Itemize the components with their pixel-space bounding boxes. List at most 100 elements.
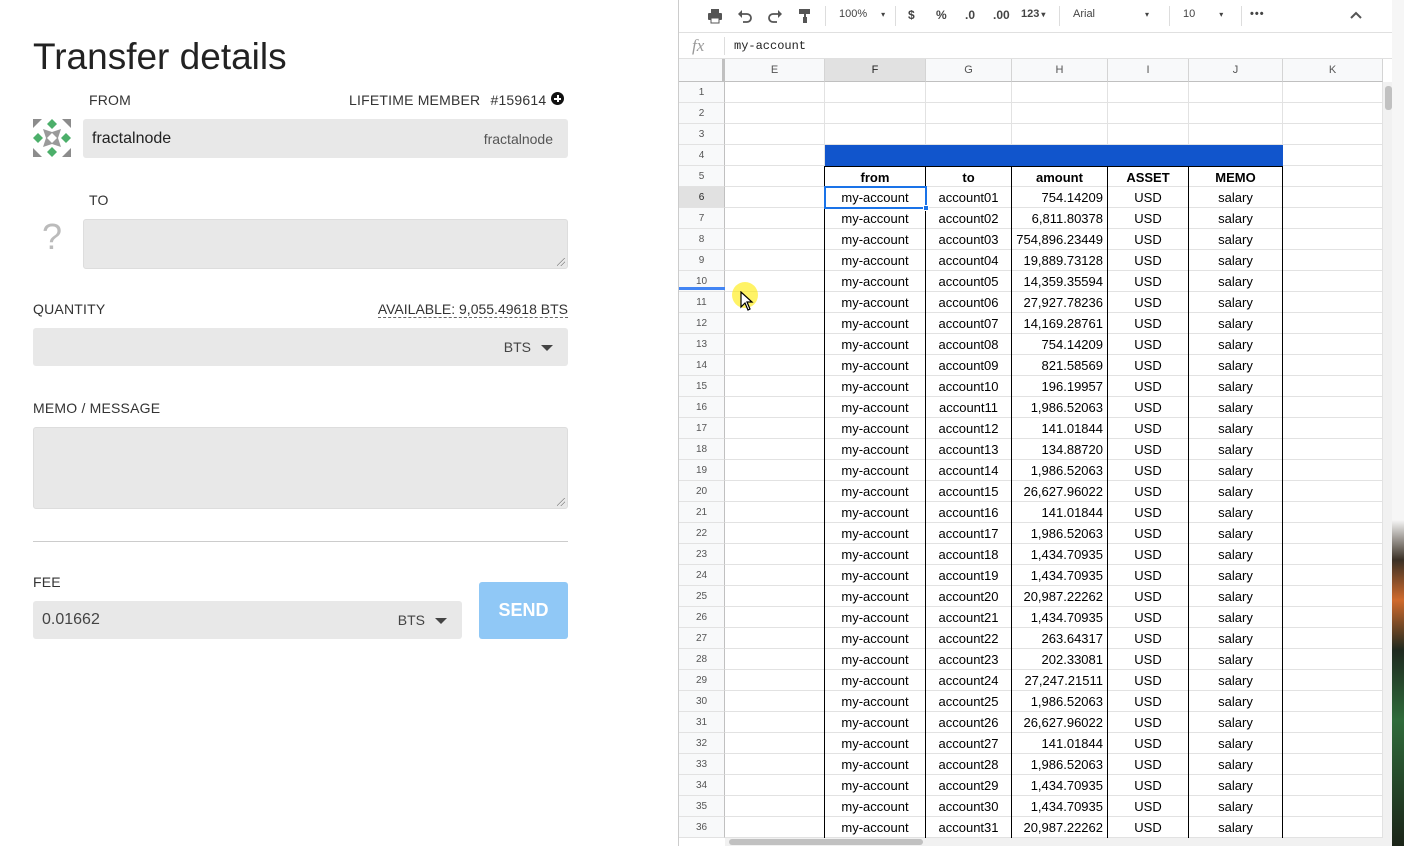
table-cell[interactable]: my-account <box>825 565 926 586</box>
table-cell[interactable]: salary <box>1189 439 1283 460</box>
paint-format-icon[interactable] <box>797 8 813 24</box>
row-header[interactable]: 8 <box>679 229 725 250</box>
row-header[interactable]: 34 <box>679 775 725 796</box>
table-cell[interactable]: account22 <box>926 628 1012 649</box>
table-cell[interactable]: USD <box>1108 376 1189 397</box>
table-cell[interactable] <box>725 796 825 817</box>
table-cell[interactable] <box>1283 229 1383 250</box>
table-cell[interactable]: USD <box>1108 187 1189 208</box>
from-account-input[interactable]: fractalnode fractalnode <box>83 119 568 158</box>
table-cell[interactable] <box>825 82 926 103</box>
print-icon[interactable] <box>707 8 723 24</box>
resize-handle-icon[interactable] <box>557 498 565 506</box>
table-cell[interactable]: USD <box>1108 544 1189 565</box>
table-cell[interactable]: salary <box>1189 775 1283 796</box>
table-cell[interactable]: 20,987.22262 <box>1012 586 1108 607</box>
resize-handle-icon[interactable] <box>557 258 565 266</box>
fee-input[interactable]: 0.01662 BTS <box>33 601 462 639</box>
table-cell[interactable]: my-account <box>825 775 926 796</box>
column-header-k[interactable]: K <box>1283 59 1383 82</box>
table-cell[interactable] <box>725 124 825 145</box>
table-cell[interactable]: salary <box>1189 523 1283 544</box>
table-cell[interactable]: salary <box>1189 754 1283 775</box>
number-format-select[interactable]: 123 ▾ <box>1021 8 1045 20</box>
quantity-asset-select[interactable]: BTS <box>504 339 553 355</box>
table-cell[interactable] <box>725 775 825 796</box>
row-resize-indicator[interactable] <box>679 287 725 290</box>
table-cell[interactable] <box>725 649 825 670</box>
row-header[interactable]: 24 <box>679 565 725 586</box>
fee-asset-select[interactable]: BTS <box>398 612 447 628</box>
table-cell[interactable]: salary <box>1189 607 1283 628</box>
table-cell[interactable]: 754.14209 <box>1012 187 1108 208</box>
table-cell[interactable]: 27,247.21511 <box>1012 670 1108 691</box>
table-cell[interactable] <box>725 334 825 355</box>
table-cell[interactable]: USD <box>1108 271 1189 292</box>
table-cell[interactable]: salary <box>1189 628 1283 649</box>
table-cell[interactable]: account13 <box>926 439 1012 460</box>
table-cell[interactable]: USD <box>1108 733 1189 754</box>
table-cell[interactable]: my-account <box>825 292 926 313</box>
table-cell[interactable]: account02 <box>926 208 1012 229</box>
row-header[interactable]: 7 <box>679 208 725 229</box>
table-cell[interactable] <box>926 103 1012 124</box>
table-cell[interactable] <box>1283 733 1383 754</box>
table-cell[interactable] <box>1108 103 1189 124</box>
scrollbar-thumb[interactable] <box>729 839 923 845</box>
active-cell-selection[interactable] <box>824 186 927 209</box>
table-cell[interactable]: account12 <box>926 418 1012 439</box>
table-cell[interactable]: 1,986.52063 <box>1012 397 1108 418</box>
table-cell[interactable]: account15 <box>926 481 1012 502</box>
table-cell[interactable]: my-account <box>825 376 926 397</box>
table-cell[interactable]: my-account <box>825 754 926 775</box>
table-cell[interactable]: salary <box>1189 397 1283 418</box>
table-cell[interactable]: account09 <box>926 355 1012 376</box>
row-header[interactable]: 20 <box>679 481 725 502</box>
font-select[interactable]: Arial ▾ <box>1073 8 1149 20</box>
table-cell[interactable]: 202.33081 <box>1012 649 1108 670</box>
table-cell[interactable] <box>725 82 825 103</box>
table-cell[interactable]: salary <box>1189 670 1283 691</box>
table-cell[interactable] <box>1012 103 1108 124</box>
scrollbar-thumb[interactable] <box>1385 86 1392 110</box>
table-cell[interactable]: USD <box>1108 397 1189 418</box>
table-header-cell[interactable]: ASSET <box>1108 166 1189 187</box>
table-cell[interactable] <box>1283 607 1383 628</box>
table-cell[interactable]: my-account <box>825 733 926 754</box>
table-cell[interactable]: account31 <box>926 817 1012 838</box>
table-cell[interactable] <box>1283 145 1383 166</box>
table-cell[interactable]: my-account <box>825 250 926 271</box>
table-cell[interactable]: 19,889.73128 <box>1012 250 1108 271</box>
table-cell[interactable]: my-account <box>825 544 926 565</box>
table-cell[interactable] <box>725 355 825 376</box>
table-cell[interactable]: USD <box>1108 439 1189 460</box>
table-cell[interactable] <box>1283 460 1383 481</box>
table-cell[interactable] <box>725 418 825 439</box>
table-cell[interactable] <box>725 544 825 565</box>
table-cell[interactable] <box>725 460 825 481</box>
table-cell[interactable] <box>1283 628 1383 649</box>
table-cell[interactable]: 263.64317 <box>1012 628 1108 649</box>
table-cell[interactable]: 27,927.78236 <box>1012 292 1108 313</box>
table-cell[interactable]: account03 <box>926 229 1012 250</box>
table-cell[interactable] <box>1283 670 1383 691</box>
table-cell[interactable]: my-account <box>825 712 926 733</box>
increase-decimal-button[interactable]: .00 <box>993 8 1010 22</box>
table-cell[interactable] <box>1283 586 1383 607</box>
table-cell[interactable]: account01 <box>926 187 1012 208</box>
table-cell[interactable] <box>1283 544 1383 565</box>
table-cell[interactable]: account25 <box>926 691 1012 712</box>
more-options-button[interactable]: ••• <box>1250 8 1265 20</box>
table-cell[interactable]: USD <box>1108 292 1189 313</box>
table-cell[interactable]: salary <box>1189 502 1283 523</box>
table-cell[interactable]: USD <box>1108 670 1189 691</box>
table-cell[interactable] <box>725 166 825 187</box>
table-cell[interactable]: USD <box>1108 565 1189 586</box>
table-cell[interactable]: my-account <box>825 460 926 481</box>
table-cell[interactable]: account19 <box>926 565 1012 586</box>
redo-icon[interactable] <box>767 8 783 24</box>
table-cell[interactable]: USD <box>1108 523 1189 544</box>
table-cell[interactable]: salary <box>1189 691 1283 712</box>
table-cell[interactable]: USD <box>1108 355 1189 376</box>
table-cell[interactable]: my-account <box>825 649 926 670</box>
